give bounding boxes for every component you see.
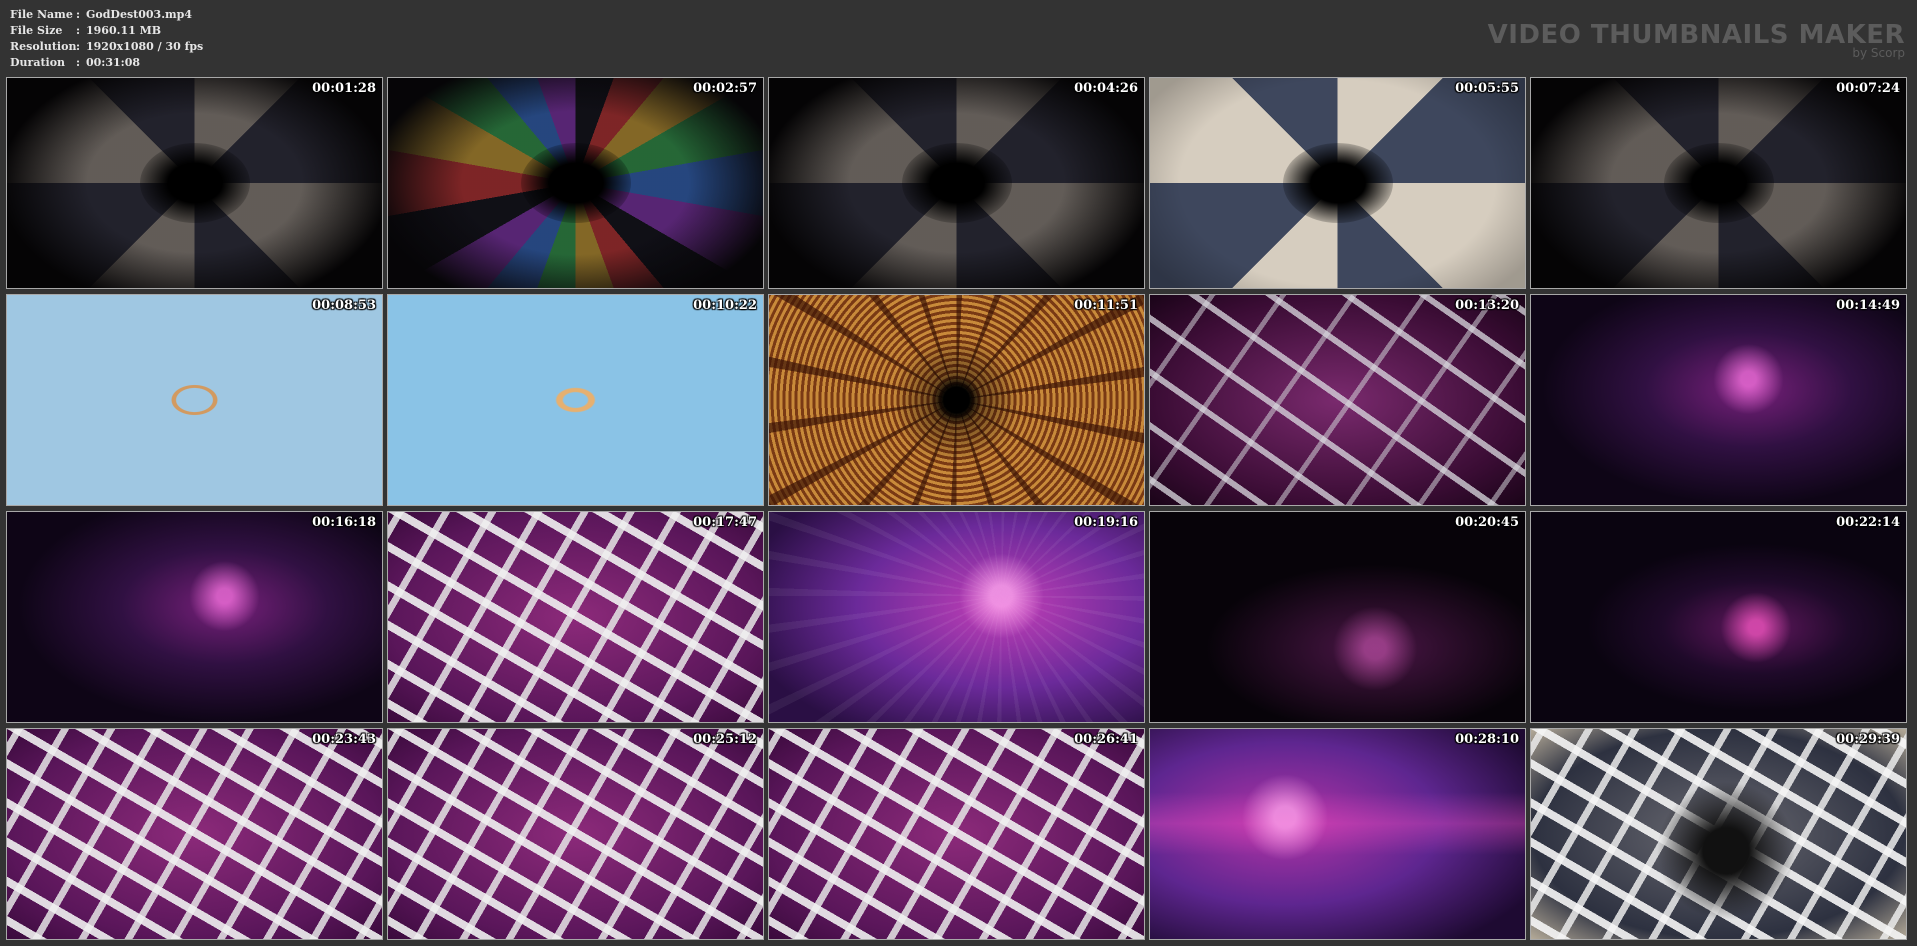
thumbnail[interactable]: 00:19:16 — [768, 511, 1145, 723]
thumbnail-timestamp: 00:14:49 — [1836, 298, 1900, 313]
thumbnail[interactable]: 00:10:22 — [387, 294, 764, 506]
info-separator: : — [76, 8, 81, 21]
file-info-row: File Name: GodDest003.mp4 — [10, 7, 203, 23]
thumbnail-timestamp: 00:13:20 — [1455, 298, 1519, 313]
info-separator: : — [76, 24, 81, 37]
thumbnail[interactable]: 00:11:51 — [768, 294, 1145, 506]
thumbnail-timestamp: 00:20:45 — [1455, 515, 1519, 530]
thumbnail-timestamp: 00:07:24 — [1836, 81, 1900, 96]
info-separator: : — [76, 40, 81, 53]
thumbnail-timestamp: 00:22:14 — [1836, 515, 1900, 530]
thumbnail-timestamp: 00:04:26 — [1074, 81, 1138, 96]
info-separator: : — [76, 56, 81, 69]
thumbnail[interactable]: 00:02:57 — [387, 77, 764, 289]
thumbnail-timestamp: 00:02:57 — [693, 81, 757, 96]
thumbnail-timestamp: 00:28:10 — [1455, 732, 1519, 747]
thumbnail[interactable]: 00:14:49 — [1530, 294, 1907, 506]
thumbnail[interactable]: 00:26:41 — [768, 728, 1145, 940]
file-info-row: File Size:1960.11 MB — [10, 23, 203, 39]
brand-watermark: VIDEO THUMBNAILS MAKER by Scorp — [1488, 20, 1905, 60]
thumbnail[interactable]: 00:23:43 — [6, 728, 383, 940]
thumbnail-grid: 00:01:28 00:02:57 00:04:26 00:05:55 00:07:24… — [6, 77, 1907, 940]
thumbnail[interactable]: 00:05:55 — [1149, 77, 1526, 289]
thumbnail-timestamp: 00:16:18 — [312, 515, 376, 530]
info-key: File Name — [10, 8, 73, 21]
thumbnail-timestamp: 00:25:12 — [693, 732, 757, 747]
info-value: 00:31:08 — [86, 56, 141, 69]
thumbnail-timestamp: 00:05:55 — [1455, 81, 1519, 96]
file-info-row: Resolution:1920x1080 / 30 fps — [10, 39, 203, 55]
thumbnail-timestamp: 00:10:22 — [693, 298, 757, 313]
thumbnail-timestamp: 00:08:53 — [312, 298, 376, 313]
thumbnail-timestamp: 00:23:43 — [312, 732, 376, 747]
info-value: 1960.11 MB — [86, 24, 162, 37]
thumbnail[interactable]: 00:22:14 — [1530, 511, 1907, 723]
thumbnail[interactable]: 00:29:39 — [1530, 728, 1907, 940]
thumbnail[interactable]: 00:25:12 — [387, 728, 764, 940]
info-value: GodDest003.mp4 — [86, 8, 193, 21]
info-key: File Size — [10, 24, 63, 37]
header: File Name: GodDest003.mp4 File Size:1960.… — [0, 0, 1917, 74]
thumbnail[interactable]: 00:08:53 — [6, 294, 383, 506]
thumbnail[interactable]: 00:07:24 — [1530, 77, 1907, 289]
thumbnail-timestamp: 00:17:47 — [693, 515, 757, 530]
thumbnail[interactable]: 00:01:28 — [6, 77, 383, 289]
thumbnail[interactable]: 00:17:47 — [387, 511, 764, 723]
thumbnail-timestamp: 00:01:28 — [312, 81, 376, 96]
info-key: Resolution — [10, 40, 77, 53]
thumbnail[interactable]: 00:28:10 — [1149, 728, 1526, 940]
file-info-row: Duration:00:31:08 — [10, 55, 203, 71]
thumbnail[interactable]: 00:13:20 — [1149, 294, 1526, 506]
thumbnail-timestamp: 00:11:51 — [1074, 298, 1138, 313]
thumbnail[interactable]: 00:20:45 — [1149, 511, 1526, 723]
thumbnail[interactable]: 00:04:26 — [768, 77, 1145, 289]
info-value: 1920x1080 / 30 fps — [86, 40, 204, 53]
thumbnail-timestamp: 00:29:39 — [1836, 732, 1900, 747]
thumbnail-timestamp: 00:26:41 — [1074, 732, 1138, 747]
info-key: Duration — [10, 56, 66, 69]
thumbnail-timestamp: 00:19:16 — [1074, 515, 1138, 530]
brand-title: VIDEO THUMBNAILS MAKER — [1487, 20, 1905, 50]
thumbnail[interactable]: 00:16:18 — [6, 511, 383, 723]
file-info: File Name: GodDest003.mp4 File Size:1960.… — [10, 7, 203, 71]
